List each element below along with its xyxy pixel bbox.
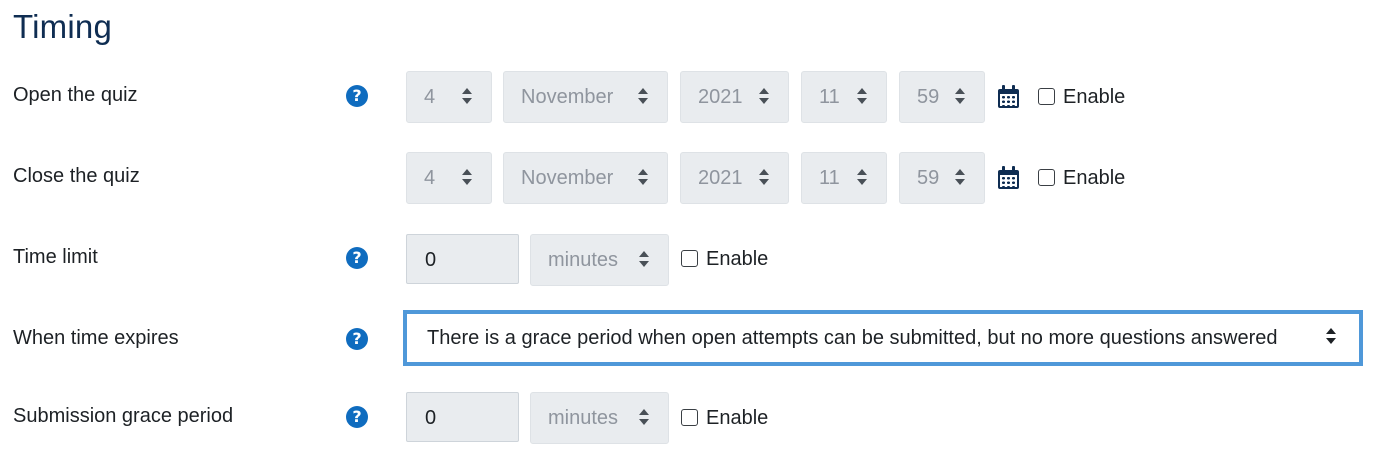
time-limit-enable-label: Enable <box>706 248 769 270</box>
open-quiz-year-select[interactable]: 2021 <box>680 71 789 123</box>
close-quiz-calendar-icon[interactable] <box>998 166 1019 190</box>
select-arrows-icon <box>856 169 868 189</box>
select-arrows-icon <box>758 88 770 108</box>
open-quiz-minute-select[interactable]: 59 <box>899 71 985 123</box>
grace-period-input[interactable]: 0 <box>406 392 519 442</box>
time-limit-input[interactable]: 0 <box>406 234 519 284</box>
when-time-expires-help-icon[interactable]: ? <box>346 328 368 350</box>
select-arrows-icon <box>954 88 966 108</box>
close-quiz-enable-checkbox[interactable] <box>1038 169 1055 186</box>
open-quiz-day-select[interactable]: 4 <box>406 71 492 123</box>
open-quiz-help-icon[interactable]: ? <box>346 85 368 107</box>
select-arrows-icon <box>1325 328 1337 348</box>
open-quiz-enable-checkbox[interactable] <box>1038 88 1055 105</box>
select-arrows-icon <box>637 88 649 108</box>
select-arrows-icon <box>954 169 966 189</box>
select-arrows-icon <box>461 88 473 108</box>
select-arrows-icon <box>638 251 650 271</box>
open-quiz-calendar-icon[interactable] <box>998 85 1019 109</box>
select-arrows-icon <box>461 169 473 189</box>
close-quiz-minute-value: 59 <box>917 167 940 189</box>
grace-period-help-icon[interactable]: ? <box>346 406 368 428</box>
close-quiz-year-value: 2021 <box>698 167 743 189</box>
open-quiz-hour-select[interactable]: 11 <box>801 71 887 123</box>
select-arrows-icon <box>638 409 650 429</box>
grace-period-enable-checkbox[interactable] <box>681 409 698 426</box>
grace-period-unit-select[interactable]: minutes <box>530 392 669 444</box>
open-quiz-minute-value: 59 <box>917 86 940 108</box>
grace-period-unit-value: minutes <box>548 407 619 429</box>
open-quiz-day-value: 4 <box>424 86 436 108</box>
open-quiz-year-value: 2021 <box>698 86 743 108</box>
close-quiz-label: Close the quiz <box>13 165 140 187</box>
time-limit-label: Time limit <box>13 246 98 268</box>
when-time-expires-value: There is a grace period when open attemp… <box>427 327 1278 349</box>
when-time-expires-select[interactable]: There is a grace period when open attemp… <box>403 310 1363 366</box>
open-quiz-enable-label: Enable <box>1063 86 1126 108</box>
close-quiz-day-select[interactable]: 4 <box>406 152 492 204</box>
select-arrows-icon <box>637 169 649 189</box>
open-quiz-month-value: November <box>521 86 614 108</box>
open-quiz-label: Open the quiz <box>13 84 138 106</box>
close-quiz-hour-value: 11 <box>819 167 840 189</box>
close-quiz-month-select[interactable]: November <box>503 152 668 204</box>
close-quiz-minute-select[interactable]: 59 <box>899 152 985 204</box>
close-quiz-month-value: November <box>521 167 614 189</box>
section-title: Timing <box>13 8 112 45</box>
close-quiz-year-select[interactable]: 2021 <box>680 152 789 204</box>
time-limit-help-icon[interactable]: ? <box>346 247 368 269</box>
grace-period-label: Submission grace period <box>13 405 234 427</box>
open-quiz-hour-value: 11 <box>819 86 840 108</box>
grace-period-enable-label: Enable <box>706 407 769 429</box>
close-quiz-enable-label: Enable <box>1063 167 1126 189</box>
time-limit-enable-checkbox[interactable] <box>681 250 698 267</box>
time-limit-unit-select[interactable]: minutes <box>530 234 669 286</box>
close-quiz-day-value: 4 <box>424 167 436 189</box>
when-time-expires-label: When time expires <box>13 327 179 349</box>
open-quiz-month-select[interactable]: November <box>503 71 668 123</box>
select-arrows-icon <box>758 169 770 189</box>
select-arrows-icon <box>856 88 868 108</box>
close-quiz-hour-select[interactable]: 11 <box>801 152 887 204</box>
time-limit-unit-value: minutes <box>548 249 619 271</box>
